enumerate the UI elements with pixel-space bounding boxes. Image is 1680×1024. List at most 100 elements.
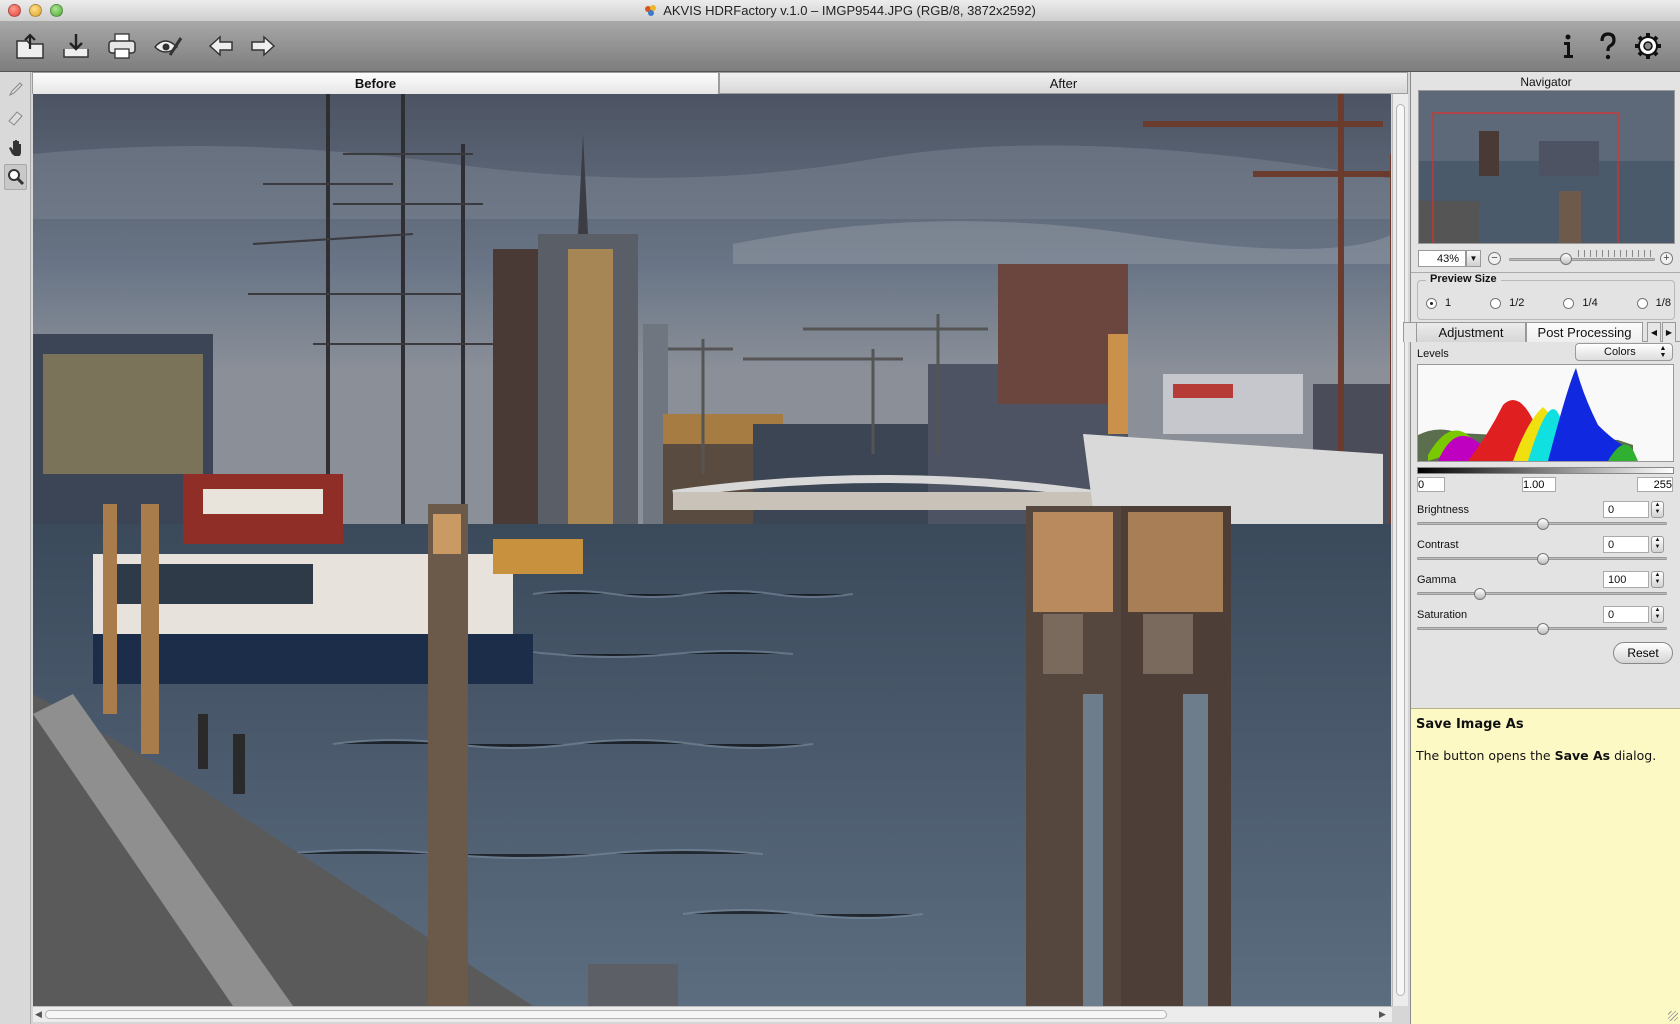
back-icon [208, 35, 233, 57]
window-title-text: AKVIS HDRFactory v.1.0 – IMGP9544.JPG (R… [663, 3, 1036, 18]
help-icon [1600, 32, 1616, 60]
preview-size-group: Preview Size 1 1/2 1/4 1/8 [1417, 273, 1675, 320]
gamma-label: Gamma [1417, 574, 1457, 586]
app-logo-icon [645, 4, 657, 16]
hand-tool[interactable] [4, 134, 27, 160]
open-button[interactable] [12, 30, 48, 62]
close-window-button[interactable] [8, 4, 21, 17]
help-button[interactable] [1590, 30, 1626, 62]
zoom-dropdown-button[interactable]: ▼ [1466, 250, 1481, 267]
reset-button[interactable]: Reset [1613, 642, 1673, 664]
saturation-label: Saturation [1417, 609, 1468, 621]
contrast-stepper[interactable]: ▲ ▼ [1651, 536, 1664, 553]
gamma-stepper[interactable]: ▲ ▼ [1651, 571, 1664, 588]
image-canvas[interactable] [33, 94, 1391, 1006]
settings-button[interactable] [1630, 30, 1666, 62]
contrast-control: Contrast 0 ▲ ▼ [1417, 536, 1675, 571]
back-button[interactable] [204, 30, 240, 62]
radio-button-icon[interactable] [1426, 297, 1437, 309]
eraser-tool[interactable] [4, 104, 27, 130]
tool-strip [0, 72, 31, 1024]
zoom-tool[interactable] [4, 164, 27, 190]
contrast-value-field[interactable]: 0 [1603, 536, 1649, 553]
levels-gradient-bar[interactable] [1417, 467, 1674, 474]
settings-panel: Navigator 43% ▼ − + Preview Size 1 1/2 1… [1403, 72, 1680, 1024]
scroll-right-arrow-icon[interactable]: ▶ [1379, 1009, 1386, 1020]
tab-scroll-right-arrow-icon[interactable]: ▶ [1662, 322, 1676, 342]
zoom-controls: 43% ▼ − + [1418, 250, 1676, 268]
zoom-window-button[interactable] [50, 4, 63, 17]
radio-button-icon[interactable] [1490, 297, 1502, 309]
levels-histogram [1417, 364, 1674, 462]
horizontal-scroll-thumb[interactable] [45, 1010, 1167, 1019]
preview-size-option-1[interactable]: 1 [1426, 297, 1451, 309]
tab-post-processing[interactable]: Post Processing [1526, 322, 1643, 342]
open-icon [16, 33, 44, 59]
zoom-slider-knob[interactable] [1560, 253, 1572, 265]
gamma-slider[interactable] [1417, 592, 1667, 595]
vertical-scroll-thumb[interactable] [1396, 104, 1405, 996]
view-tabs: Before After [32, 72, 1408, 94]
horizontal-scrollbar[interactable]: ◀ ▶ [33, 1006, 1392, 1022]
help-text: The button opens the Save As dialog. [1416, 748, 1657, 763]
main-toolbar [0, 22, 1680, 72]
preferences-button[interactable] [150, 30, 186, 62]
preview-size-option-1-2[interactable]: 1/2 [1490, 297, 1524, 309]
zoom-in-icon[interactable]: + [1660, 252, 1673, 265]
tab-adjustment[interactable]: Adjustment [1416, 322, 1526, 342]
gamma-value-field[interactable]: 100 [1603, 571, 1649, 588]
vertical-scrollbar[interactable] [1392, 94, 1408, 1006]
hand-icon [8, 140, 21, 156]
info-icon [1564, 34, 1573, 58]
levels-channel-select[interactable]: Colors ▲ ▼ [1575, 343, 1673, 361]
help-panel: Save Image As The button opens the Save … [1411, 708, 1680, 1024]
navigator-thumbnail [1419, 91, 1674, 243]
print-button[interactable] [104, 30, 140, 62]
tab-scroll-left-arrow-icon[interactable]: ◀ [1647, 322, 1661, 342]
select-arrows-icon: ▲ ▼ [1659, 345, 1667, 359]
brightness-value-field[interactable]: 0 [1603, 501, 1649, 518]
preview-size-option-1-8[interactable]: 1/8 [1636, 297, 1671, 309]
levels-inputs [1417, 477, 1674, 493]
preview-size-options: 1 1/2 1/4 1/8 [1426, 297, 1671, 309]
settings-icon [1635, 33, 1661, 59]
scroll-left-arrow-icon[interactable]: ◀ [35, 1009, 42, 1020]
levels-white-input[interactable] [1637, 477, 1673, 492]
zoom-ticks [1578, 250, 1656, 257]
tab-before[interactable]: Before [32, 72, 719, 94]
saturation-control: Saturation 0 ▲ ▼ [1417, 606, 1675, 641]
radio-button-icon[interactable] [1563, 297, 1575, 309]
histogram-graph [1418, 368, 1638, 461]
info-button[interactable] [1550, 30, 1586, 62]
save-button[interactable] [58, 30, 94, 62]
harbor-photo [33, 94, 1391, 1006]
minimize-window-button[interactable] [29, 4, 42, 17]
zoom-field[interactable]: 43% [1418, 250, 1466, 267]
forward-button[interactable] [244, 30, 280, 62]
preview-size-option-1-4[interactable]: 1/4 [1563, 297, 1598, 309]
levels-gamma-input[interactable] [1522, 477, 1556, 492]
tab-after[interactable]: After [719, 72, 1408, 94]
help-text-bold: Save As [1554, 748, 1611, 763]
brightness-stepper[interactable]: ▲ ▼ [1651, 501, 1664, 518]
brightness-slider-knob[interactable] [1537, 518, 1549, 530]
tab-scroll-left[interactable] [1403, 322, 1417, 342]
radio-button-icon[interactable] [1636, 297, 1648, 309]
saturation-value-field[interactable]: 0 [1603, 606, 1649, 623]
saturation-slider-knob[interactable] [1537, 623, 1549, 635]
preview-size-label: Preview Size [1426, 273, 1501, 285]
preferences-eye-icon [154, 37, 183, 56]
window-title: AKVIS HDRFactory v.1.0 – IMGP9544.JPG (R… [644, 3, 1036, 18]
levels-black-input[interactable] [1417, 477, 1445, 492]
resize-grip-icon[interactable] [1668, 1011, 1678, 1021]
zoom-out-icon[interactable]: − [1488, 252, 1501, 265]
gamma-slider-knob[interactable] [1474, 588, 1486, 600]
levels-channel-value: Colors [1604, 346, 1636, 358]
contrast-slider-knob[interactable] [1537, 553, 1549, 565]
forward-icon [251, 35, 276, 57]
zoom-slider[interactable] [1509, 258, 1655, 261]
navigator-preview[interactable] [1418, 90, 1675, 244]
brush-tool[interactable] [4, 76, 27, 102]
saturation-stepper[interactable]: ▲ ▼ [1651, 606, 1664, 623]
eraser-icon [7, 111, 23, 126]
